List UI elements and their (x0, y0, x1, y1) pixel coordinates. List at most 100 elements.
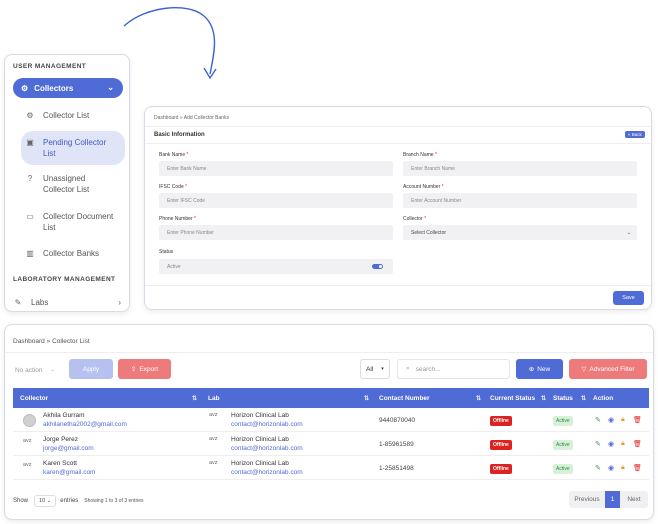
delete-icon[interactable]: 🗑︎ (633, 416, 642, 424)
sidebar-item-collector-list[interactable]: ⚙ Collector List (25, 110, 127, 121)
collector-label: Collector * (403, 216, 426, 222)
table-row: Akhila Gurram akhilanetha2002@gmail.com … (13, 408, 649, 432)
page-size-select[interactable]: 10 ⌄ (34, 495, 57, 507)
page-1-button[interactable]: 1 (605, 491, 620, 508)
filter-icon: ▽ (581, 366, 587, 373)
sidebar-item-labs[interactable]: ✎ Labs › (13, 297, 125, 308)
filter-select[interactable]: All ▾ (360, 359, 390, 379)
collector-list-card: Dashboard » Collector List No action ⌄ A… (4, 324, 654, 520)
lab-name: Horizon Clinical Lab (231, 412, 289, 419)
status-badge[interactable]: Active (553, 416, 573, 426)
breadcrumb-home[interactable]: Dashboard (154, 115, 178, 121)
bank-name-input[interactable]: Enter Bank Name (159, 161, 393, 176)
account-number-input[interactable]: Enter Account Number (403, 193, 637, 208)
breadcrumb-separator: » (46, 338, 51, 345)
breadcrumb: Dashboard » Collector List (13, 338, 90, 345)
collector-email[interactable]: jorge@gmail.com (43, 445, 94, 452)
bulk-action-value: No action (15, 366, 43, 374)
collector-select[interactable]: Select Collector ⌄ (403, 225, 637, 240)
avatar (23, 414, 36, 427)
sidebar-item-collectors[interactable]: ⚙ Collectors ⌄ (13, 78, 123, 98)
document-icon: ▣ (26, 138, 34, 147)
save-button[interactable]: Save (613, 291, 644, 305)
edit-icon[interactable]: ✎ (595, 464, 601, 472)
bank-name-label-text: Bank Name (159, 152, 186, 158)
contact-number: 1-85961589 (379, 441, 414, 448)
collector-name: Karen Scott (43, 460, 77, 467)
sidebar-section-laboratory-management: LABORATORY MANAGEMENT (13, 276, 116, 283)
branch-name-input[interactable]: Enter Branch Name (403, 161, 637, 176)
breadcrumb: Dashboard » Add Collector Banks (154, 115, 229, 121)
view-icon[interactable]: ◉ (608, 440, 614, 448)
status-label: Status (159, 249, 174, 255)
sort-icon[interactable]: ⇅ (364, 395, 369, 402)
view-icon[interactable]: ◉ (608, 416, 614, 424)
breadcrumb-current: Add Collector Banks (183, 115, 230, 121)
new-label: New (537, 365, 551, 373)
sidebar-item-collector-document-list[interactable]: ▭ Collector Document List (25, 211, 127, 233)
previous-page-button[interactable]: Previous (569, 491, 605, 508)
new-button[interactable]: ⊕ New (516, 359, 563, 379)
branch-name-label-text: Branch Name (403, 152, 434, 158)
required-mark: * (441, 184, 444, 190)
sidebar-item-label: Collector List (43, 111, 90, 120)
advanced-filter-button[interactable]: ▽ Advanced Filter (569, 359, 647, 379)
sidebar-item-label: Pending Collector (43, 138, 107, 147)
collector-email[interactable]: akhilanetha2002@gmail.com (43, 421, 127, 428)
sort-icon[interactable]: ⇅ (541, 395, 546, 402)
sidebar-item-collector-banks[interactable]: ▥ Collector Banks (25, 248, 127, 259)
decorative-arrow (123, 7, 217, 80)
collector-select-value: Select Collector (411, 229, 447, 236)
search-icon: ⌕ (406, 365, 410, 372)
next-page-button[interactable]: Next (620, 491, 648, 508)
lock-icon[interactable]: 🔒︎ (621, 416, 625, 424)
divider (5, 352, 653, 353)
apply-button[interactable]: Apply (69, 359, 113, 379)
lab-image: avz (209, 460, 218, 466)
back-button[interactable]: « Back (625, 131, 645, 138)
sort-icon[interactable]: ⇅ (476, 395, 481, 402)
edit-icon[interactable]: ✎ (595, 440, 601, 448)
breadcrumb-home[interactable]: Dashboard (13, 338, 45, 345)
sidebar-item-label-line2: Collector List (43, 185, 90, 194)
bulk-action-select[interactable]: No action ⌄ (15, 361, 65, 379)
status-badge[interactable]: Active (553, 464, 573, 474)
status-toggle[interactable] (372, 264, 383, 269)
current-status-badge: Offline (490, 416, 512, 426)
status-badge[interactable]: Active (553, 440, 573, 450)
lock-icon[interactable]: 🔒︎ (621, 440, 625, 448)
lock-icon[interactable]: 🔒︎ (621, 464, 625, 472)
export-button[interactable]: ⇪ Export (118, 359, 171, 379)
header-status[interactable]: Status (553, 395, 573, 402)
lab-email[interactable]: contact@horizonlab.com (231, 421, 303, 428)
sidebar-item-unassigned-collector-list[interactable]: ? Unassigned Collector List (25, 173, 127, 195)
phone-number-input[interactable]: Enter Phone Number (159, 225, 393, 240)
table-row: avz Karen Scott karen@gmail.com avz Hori… (13, 456, 649, 480)
chevron-right-icon: › (118, 298, 121, 307)
view-icon[interactable]: ◉ (608, 464, 614, 472)
header-collector[interactable]: Collector (20, 395, 48, 402)
export-icon: ⇪ (130, 366, 137, 373)
show-label: Show (13, 498, 29, 504)
search-input[interactable]: ⌕ search... (397, 359, 510, 379)
chevron-down-icon: ⌄ (107, 83, 114, 92)
chevron-down-icon: ⌄ (626, 229, 631, 236)
delete-icon[interactable]: 🗑︎ (633, 464, 642, 472)
required-mark: * (186, 152, 189, 158)
account-number-label: Account Number * (403, 184, 444, 190)
sort-icon[interactable]: ⇅ (581, 395, 586, 402)
header-lab[interactable]: Lab (208, 395, 220, 402)
header-contact-number[interactable]: Contact Number (379, 395, 430, 402)
sidebar-item-pending-collector-list[interactable]: ▣ Pending Collector List (21, 131, 125, 165)
page-size-value: 10 (39, 498, 46, 504)
sort-icon[interactable]: ⇅ (192, 395, 197, 402)
delete-icon[interactable]: 🗑︎ (633, 440, 642, 448)
lab-email[interactable]: contact@horizonlab.com (231, 469, 303, 476)
ifsc-code-input[interactable]: Enter IFSC Code (159, 193, 393, 208)
collector-email[interactable]: karen@gmail.com (43, 469, 95, 476)
header-current-status[interactable]: Current Status (490, 395, 535, 402)
edit-icon[interactable]: ✎ (595, 416, 601, 424)
lab-email[interactable]: contact@horizonlab.com (231, 445, 303, 452)
collector-list-icon: ⚙ (26, 111, 34, 120)
sidebar-item-label-line2: List (43, 223, 56, 232)
